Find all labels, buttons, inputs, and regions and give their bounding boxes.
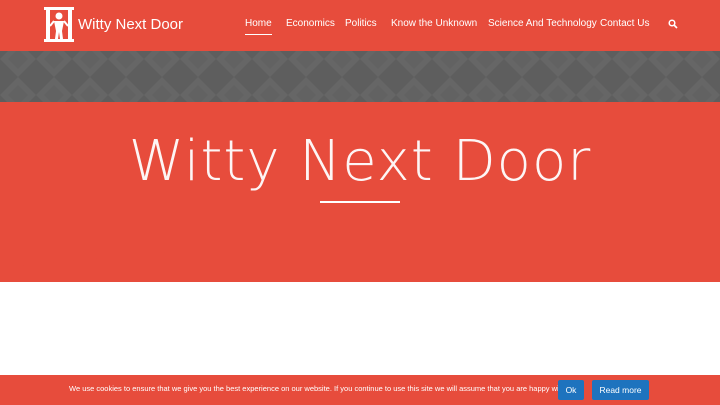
nav-economics[interactable]: Economics [286,18,335,29]
nav-home[interactable]: Home [245,18,272,35]
decorative-pattern-band [0,51,720,102]
search-icon[interactable] [668,19,678,29]
cookie-message: We use cookies to ensure that we give yo… [69,384,573,393]
main-nav: Home Economics Politics Know the Unknown… [0,0,720,51]
nav-contact-us[interactable]: Contact Us [600,18,649,29]
cookie-banner: We use cookies to ensure that we give yo… [0,375,720,405]
hero-wave [0,230,720,268]
nav-science-and-technology[interactable]: Science And Technology [488,18,597,29]
site-header: Witty Next Door Home Economics Politics … [0,0,720,51]
hero-title: Witty Next Door [128,129,592,194]
diamond-pattern [0,51,720,102]
hero-divider [320,201,400,203]
cookie-read-more-button[interactable]: Read more [592,380,649,400]
nav-politics[interactable]: Politics [345,18,377,29]
cookie-ok-button[interactable]: Ok [558,380,584,400]
nav-know-the-unknown[interactable]: Know the Unknown [391,18,477,29]
